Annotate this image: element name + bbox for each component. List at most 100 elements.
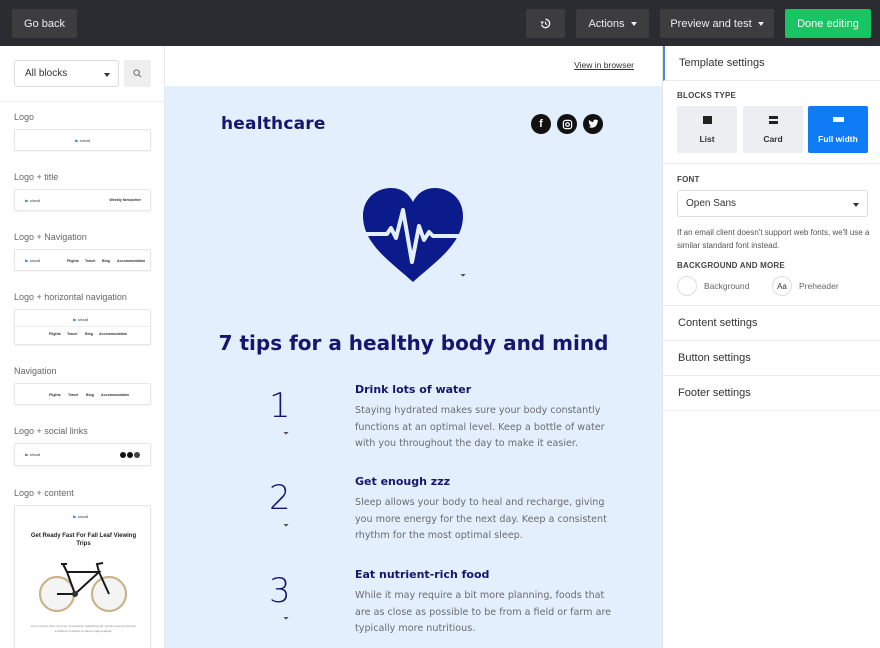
actions-label: Actions (588, 17, 625, 30)
block-logo[interactable]: simail (14, 129, 151, 151)
tip-title[interactable]: Eat nutrient-rich food (355, 568, 489, 581)
blocks-type-label: BLOCKS TYPE (677, 91, 737, 100)
font-select[interactable]: Open Sans (677, 190, 868, 217)
done-editing-label: Done editing (797, 17, 859, 30)
preview-and-test-dropdown[interactable]: Preview and test (660, 9, 774, 38)
block-label: Logo (14, 112, 35, 122)
blocks-type-label-card: Card (763, 133, 783, 144)
mini-nav-item: Accommodation (101, 393, 130, 397)
mini-nav-item: Travel (68, 393, 79, 397)
done-editing-button[interactable]: Done editing (785, 9, 871, 38)
blocks-type-list[interactable]: List (677, 106, 737, 153)
block-logo-horizontal-navigation[interactable]: simail Flights Travel Blog Accommodation (14, 309, 151, 345)
tip-body[interactable]: While it may require a bit more planning… (355, 588, 615, 638)
blocks-type-card[interactable]: Card (743, 106, 803, 153)
divider (663, 163, 880, 164)
block-logo-title[interactable]: simail Weekly Newsletter (14, 189, 151, 211)
chevron-down-icon (104, 73, 110, 77)
block-label: Navigation (14, 366, 57, 376)
tip-body[interactable]: Sleep allows your body to heal and recha… (355, 495, 615, 545)
background-color-swatch[interactable] (677, 276, 697, 296)
mini-nav-item: Accommodation (99, 332, 128, 336)
mini-nav-item: Flights (67, 259, 79, 263)
text-icon: Aa (777, 281, 787, 291)
content-settings-header[interactable]: Content settings (663, 306, 880, 341)
resize-handle[interactable] (283, 429, 289, 435)
mini-nav-item: Blog (85, 332, 93, 336)
template-settings-header[interactable]: Template settings (663, 46, 880, 81)
mini-nav-item: Blog (102, 259, 110, 263)
blocks-sidebar: All blocks Logo simail Logo + title sima… (0, 46, 165, 648)
background-label[interactable]: Background (704, 281, 749, 291)
resize-handle[interactable] (283, 521, 289, 527)
blocks-type-label-list: List (699, 133, 715, 144)
mini-logo: simail (75, 138, 90, 143)
mini-nav-item: Accommodation (117, 259, 146, 263)
go-back-button[interactable]: Go back (12, 9, 77, 38)
block-label: Logo + social links (14, 426, 88, 436)
facebook-icon[interactable]: f (531, 114, 551, 134)
footer-settings-label: Footer settings (678, 387, 751, 399)
brand-logo[interactable]: healthcare (221, 114, 326, 134)
tip-number: 2 (269, 478, 291, 518)
tip-title[interactable]: Drink lots of water (355, 383, 471, 396)
divider (15, 326, 150, 327)
chevron-down-icon (630, 21, 637, 26)
mini-logo: simail (73, 317, 88, 322)
button-settings-label: Button settings (678, 352, 751, 364)
background-and-more-label: BACKGROUND AND MORE (677, 261, 785, 270)
block-logo-social-links[interactable]: simail (14, 443, 151, 466)
facebook-icon (120, 452, 126, 458)
twitter-icon (134, 452, 140, 458)
block-navigation[interactable]: Flights Travel Blog Accommodation (14, 383, 151, 405)
chevron-down-icon (853, 203, 859, 207)
button-settings-header[interactable]: Button settings (663, 341, 880, 376)
mini-logo: simail (25, 198, 40, 203)
view-in-browser-link[interactable]: View in browser (574, 60, 634, 70)
actions-dropdown[interactable]: Actions (576, 9, 649, 38)
top-bar: Go back Actions Preview and test Done ed… (0, 0, 880, 46)
block-logo-content[interactable]: simail Get Ready Fast For Fall Leaf View… (14, 505, 151, 648)
block-logo-navigation[interactable]: simail Flights Travel Blog Accommodation (14, 249, 151, 271)
preheader-button[interactable]: Aa (772, 276, 792, 296)
blocks-type-full-width[interactable]: Full width (808, 106, 868, 153)
instagram-icon (127, 452, 133, 458)
mini-logo: simail (73, 514, 88, 519)
mini-logo: simail (25, 258, 40, 263)
bicycle-image (38, 562, 128, 613)
block-label: Logo + horizontal navigation (14, 292, 127, 302)
mini-nav-item: Flights (49, 393, 61, 397)
email-headline[interactable]: 7 tips for a healthy body and mind (165, 331, 662, 355)
search-button[interactable] (124, 60, 151, 87)
mini-logo: simail (25, 452, 40, 457)
font-value: Open Sans (686, 198, 737, 209)
tip-number: 3 (269, 571, 291, 611)
history-button[interactable] (526, 9, 565, 38)
blocks-type-label-full-width: Full width (818, 133, 858, 144)
email-canvas: View in browser healthcare f 7 tips for … (165, 46, 662, 648)
tip-body[interactable]: Staying hydrated makes sure your body co… (355, 403, 615, 453)
blocks-filter-select[interactable]: All blocks (14, 60, 119, 87)
list-icon (702, 115, 712, 124)
mini-nav-item: Travel (67, 332, 78, 336)
footer-settings-header[interactable]: Footer settings (663, 376, 880, 411)
tip-title[interactable]: Get enough zzz (355, 475, 450, 488)
blocks-filter-value: All blocks (25, 68, 68, 79)
chevron-down-icon (757, 21, 764, 26)
history-icon (540, 18, 551, 29)
content-settings-label: Content settings (678, 317, 758, 329)
template-settings-label: Template settings (679, 57, 765, 69)
heart-pulse-icon[interactable] (361, 186, 465, 286)
block-label: Logo + content (14, 488, 74, 498)
search-icon (133, 69, 142, 78)
tip-number: 1 (269, 386, 291, 426)
go-back-label: Go back (24, 17, 65, 30)
block-label: Logo + Navigation (14, 232, 87, 242)
resize-handle[interactable] (283, 614, 289, 620)
twitter-icon[interactable] (583, 114, 603, 134)
font-hint: If an email client doesn't support web f… (677, 228, 870, 250)
preheader-label[interactable]: Preheader (799, 281, 839, 291)
email-body: healthcare f 7 tips for a healthy body a… (165, 86, 662, 648)
instagram-icon[interactable] (557, 114, 577, 134)
mini-content-title: Get Ready Fast For Fall Leaf Viewing Tri… (30, 533, 137, 547)
